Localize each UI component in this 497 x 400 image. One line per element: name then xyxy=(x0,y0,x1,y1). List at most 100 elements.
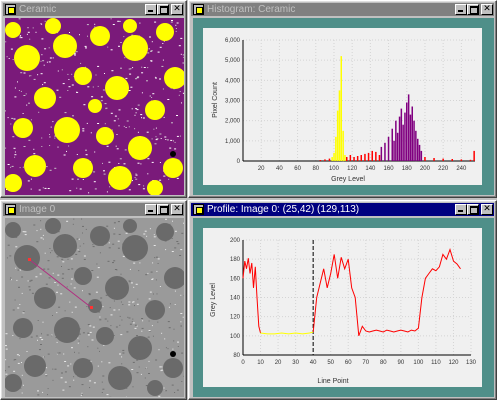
histogram-bar xyxy=(407,94,410,161)
texture-speck xyxy=(49,169,52,171)
texture-speck xyxy=(83,258,86,260)
texture-speck xyxy=(161,366,163,368)
image0-window[interactable]: Image 0 ✕ xyxy=(0,200,187,400)
histogram-bar xyxy=(473,150,475,161)
particle xyxy=(34,87,56,109)
texture-speck xyxy=(164,175,166,177)
window-icon[interactable] xyxy=(5,204,16,215)
histogram-frame: Grey Level Pixel Count 0 1,000 2,000 3,000 4… xyxy=(193,18,494,195)
texture-speck xyxy=(168,327,171,329)
histogram-bar xyxy=(387,136,390,161)
texture-speck xyxy=(133,286,135,288)
texture-speck xyxy=(92,86,94,88)
texture-speck xyxy=(43,82,46,84)
y-tick-label: 140 xyxy=(230,296,241,302)
texture-speck xyxy=(79,34,80,36)
texture-speck xyxy=(155,77,157,79)
texture-speck xyxy=(30,188,32,190)
texture-speck xyxy=(6,257,8,259)
texture-speck xyxy=(154,143,157,145)
close-button[interactable]: ✕ xyxy=(171,4,183,15)
close-button[interactable]: ✕ xyxy=(481,4,493,15)
texture-speck xyxy=(157,263,159,264)
texture-speck xyxy=(180,249,183,251)
texture-speck xyxy=(7,366,10,368)
x-tick-label: 110 xyxy=(431,360,441,366)
maximize-button[interactable] xyxy=(157,4,169,15)
profile-title: Profile: Image 0: (25,42) (129,113) xyxy=(207,204,360,215)
minimize-button[interactable] xyxy=(455,4,467,15)
texture-speck xyxy=(102,375,105,377)
maximize-button[interactable] xyxy=(467,204,479,215)
texture-speck xyxy=(40,228,42,230)
texture-speck xyxy=(122,352,125,354)
texture-speck xyxy=(134,324,137,326)
texture-speck xyxy=(20,90,22,92)
histogram-bar xyxy=(380,146,383,161)
texture-speck xyxy=(38,111,40,113)
image0-image[interactable] xyxy=(5,218,184,397)
texture-speck xyxy=(33,153,36,155)
texture-speck xyxy=(152,293,154,295)
histogram-bar xyxy=(371,150,373,161)
maximize-button[interactable] xyxy=(467,4,479,15)
texture-speck xyxy=(175,30,177,32)
histogram-titlebar[interactable]: Histogram: Ceramic ✕ xyxy=(191,3,494,16)
maximize-button[interactable] xyxy=(157,204,169,215)
histogram-window[interactable]: Histogram: Ceramic ✕ Grey Level Pixel Co… xyxy=(188,0,497,198)
texture-speck xyxy=(171,122,173,124)
particle xyxy=(53,234,77,258)
texture-speck xyxy=(104,73,105,74)
texture-speck xyxy=(21,374,23,376)
texture-speck xyxy=(58,352,61,354)
ceramic-window[interactable]: Ceramic ✕ xyxy=(0,0,187,198)
texture-speck xyxy=(113,300,115,302)
window-icon[interactable] xyxy=(193,4,204,15)
texture-speck xyxy=(68,145,70,147)
minimize-button[interactable] xyxy=(145,204,157,215)
minimize-button[interactable] xyxy=(145,4,157,15)
profile-series-line xyxy=(242,258,261,334)
window-icon[interactable] xyxy=(193,204,204,215)
texture-speck xyxy=(161,65,164,67)
particle xyxy=(123,19,137,33)
texture-speck xyxy=(39,273,42,275)
close-button[interactable]: ✕ xyxy=(171,204,183,215)
window-icon[interactable] xyxy=(5,4,16,15)
histogram-bar xyxy=(433,158,435,161)
ceramic-titlebar[interactable]: Ceramic ✕ xyxy=(3,3,184,16)
texture-speck xyxy=(174,290,176,292)
ceramic-image[interactable] xyxy=(5,18,184,195)
texture-speck xyxy=(176,135,179,137)
texture-speck xyxy=(135,283,138,285)
texture-speck xyxy=(46,334,49,336)
texture-speck xyxy=(5,348,8,350)
texture-speck xyxy=(27,27,29,29)
image0-titlebar[interactable]: Image 0 ✕ xyxy=(3,203,184,216)
close-button[interactable]: ✕ xyxy=(481,204,493,215)
y-axis-label: Pixel Count xyxy=(212,82,219,118)
texture-speck xyxy=(147,67,149,69)
texture-speck xyxy=(122,255,125,257)
texture-speck xyxy=(123,36,125,38)
texture-speck xyxy=(47,268,50,270)
texture-speck xyxy=(141,330,143,332)
particle xyxy=(122,235,148,261)
particle xyxy=(73,358,93,378)
minimize-button[interactable] xyxy=(455,204,467,215)
texture-speck xyxy=(132,67,134,69)
texture-speck xyxy=(176,177,179,179)
minimize-icon xyxy=(146,5,156,14)
profile-titlebar[interactable]: Profile: Image 0: (25,42) (129,113) ✕ xyxy=(191,203,494,216)
texture-speck xyxy=(30,75,32,77)
texture-speck xyxy=(162,88,164,90)
texture-speck xyxy=(41,333,42,335)
texture-speck xyxy=(9,278,11,280)
texture-speck xyxy=(66,220,69,222)
profile-window[interactable]: Profile: Image 0: (25,42) (129,113) ✕ Li… xyxy=(188,200,497,400)
texture-speck xyxy=(41,146,43,147)
texture-speck xyxy=(75,253,78,255)
texture-speck xyxy=(176,22,179,24)
histogram-bar xyxy=(344,155,346,161)
histogram-bar xyxy=(391,128,393,161)
